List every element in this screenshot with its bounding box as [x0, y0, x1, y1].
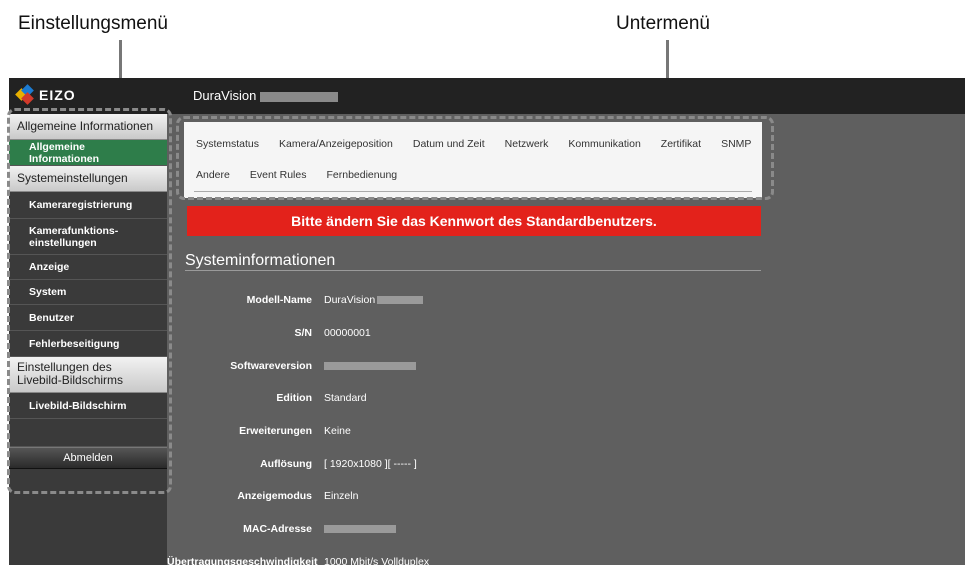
settings-menu-highlight	[7, 108, 172, 494]
info-row-serial: S/N 00000001	[294, 327, 371, 339]
title-divider	[185, 270, 761, 271]
eizo-logo-icon	[15, 84, 35, 105]
page-title: Systeminformationen	[185, 252, 336, 269]
device-name: DuraVision	[193, 88, 339, 103]
eizo-logo: EIZO	[15, 84, 76, 105]
info-row-model: Modell-Name DuraVision	[167, 292, 767, 308]
info-row-software-version: Softwareversion	[167, 358, 767, 374]
info-row-transfer-speed: Übertragungsgeschwindigkeit 1000 Mbit/s …	[167, 556, 430, 565]
info-row-edition: Edition Standard	[276, 392, 367, 404]
info-row-resolution: Auflösung [ 1920x1080 ][ ----- ]	[260, 458, 417, 470]
password-warning-banner: Bitte ändern Sie das Kennwort des Standa…	[187, 206, 761, 236]
info-row-display-mode: Anzeigemodus Einzeln	[237, 490, 359, 502]
callout-settings-menu: Einstellungsmenü	[18, 13, 168, 34]
info-row-mac-address: MAC-Adresse	[167, 521, 767, 537]
info-row-extensions: Erweiterungen Keine	[239, 425, 351, 437]
callout-submenu: Untermenü	[616, 13, 710, 34]
submenu-highlight	[176, 116, 774, 200]
logo-text: EIZO	[39, 87, 76, 103]
